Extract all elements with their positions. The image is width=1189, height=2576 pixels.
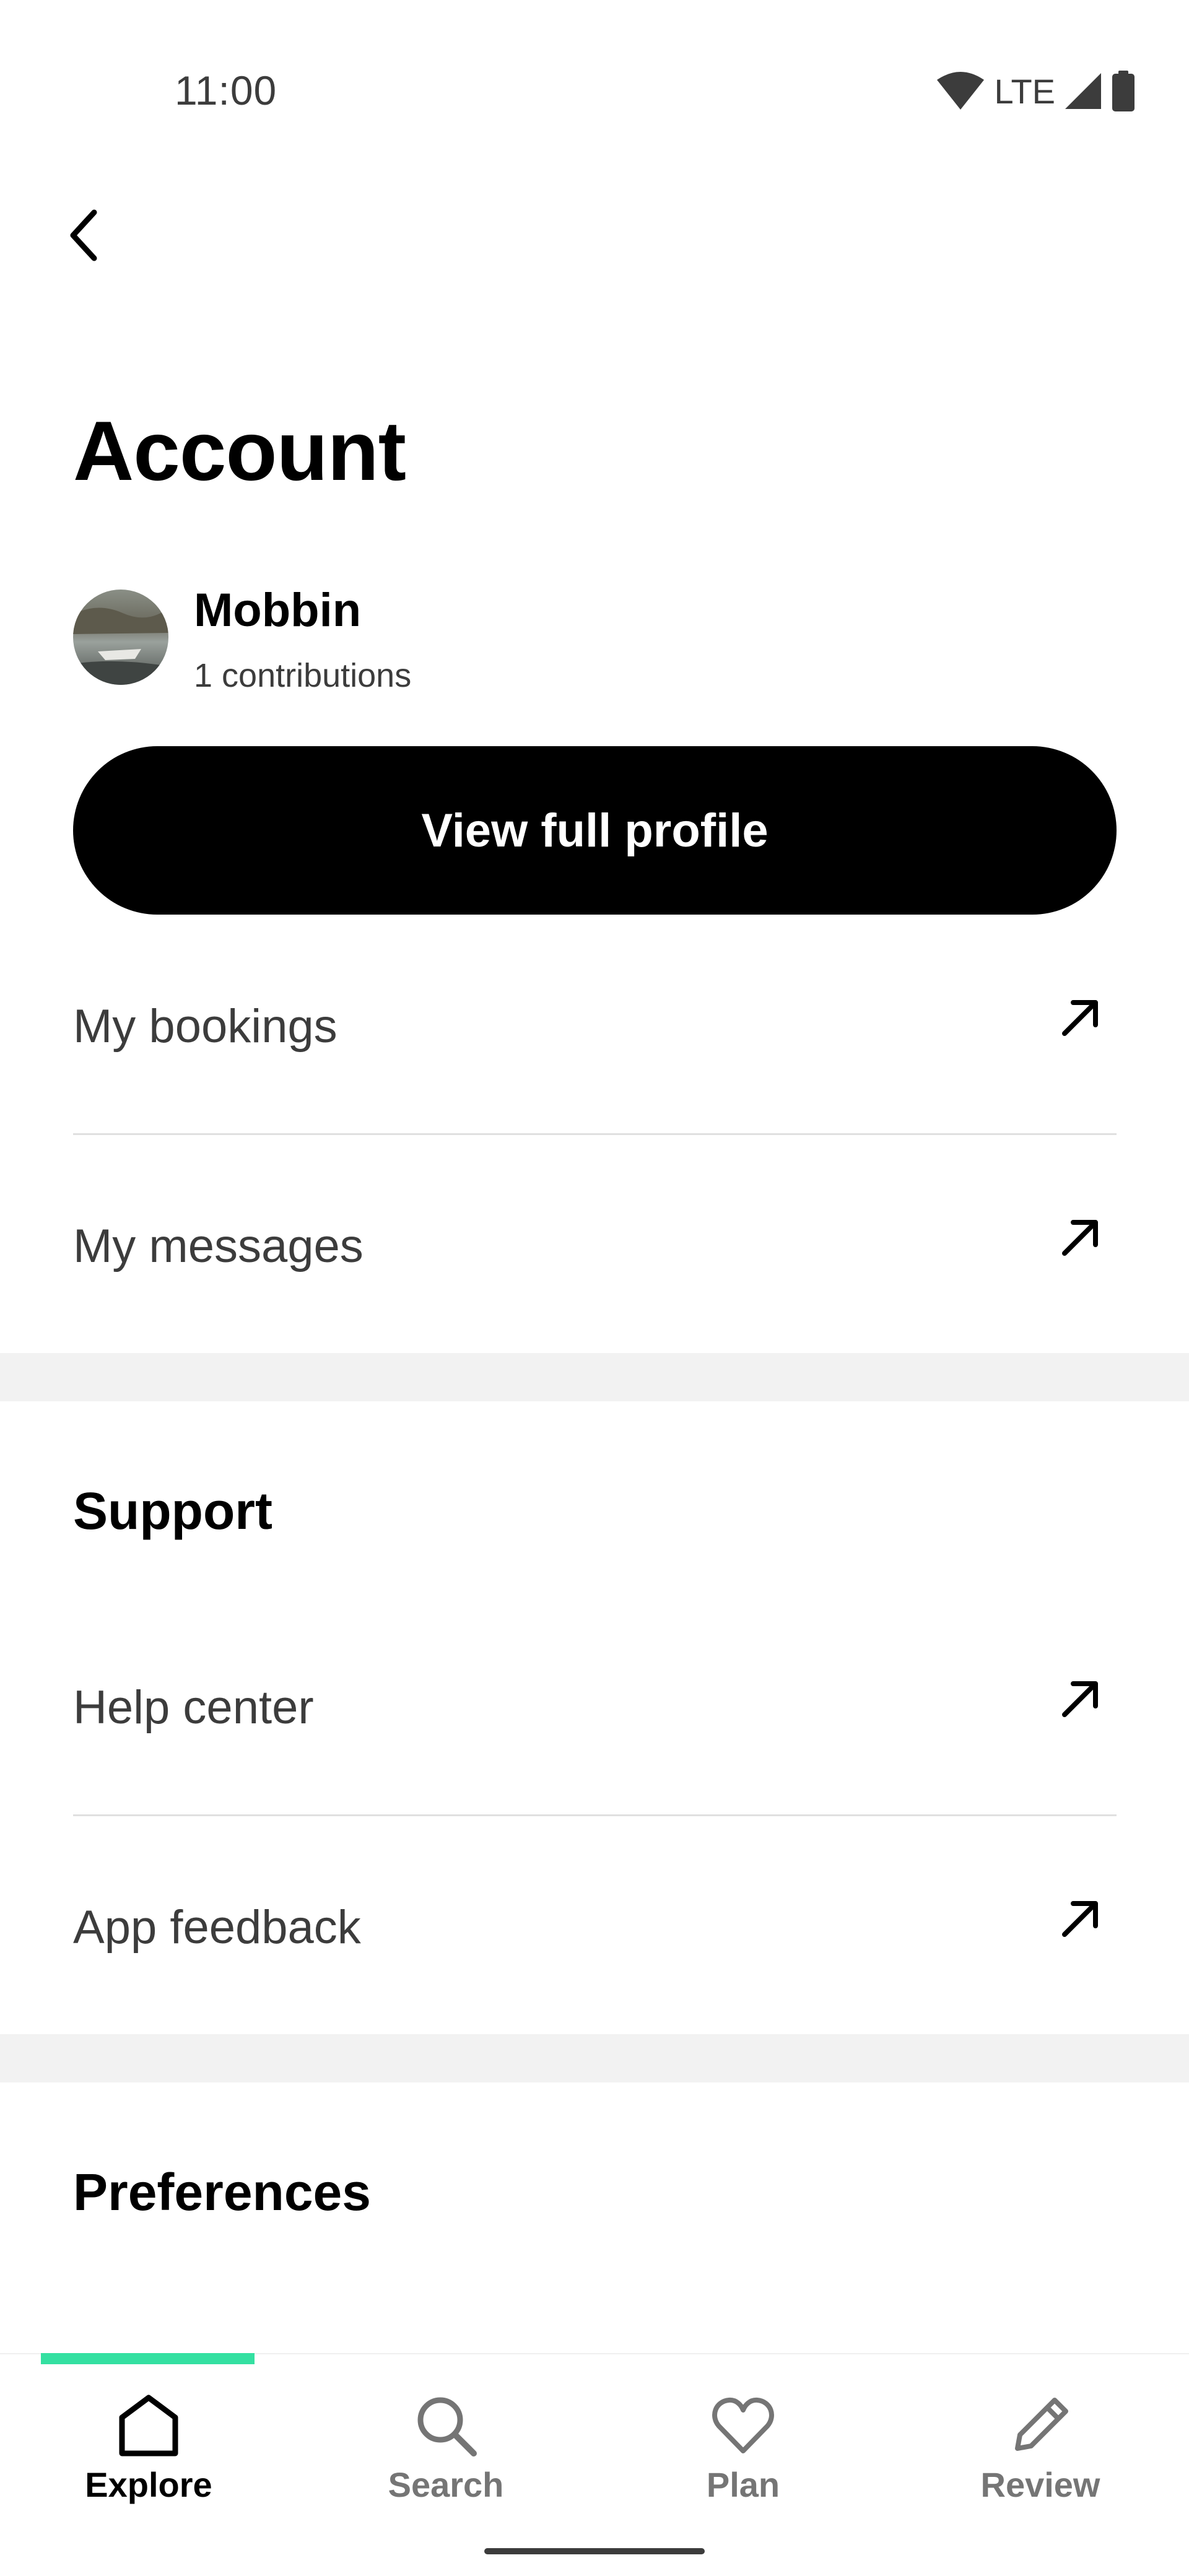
row-divider	[73, 1133, 1117, 1135]
heart-icon	[712, 2397, 774, 2453]
search-icon	[417, 2397, 477, 2456]
section-separator	[0, 1353, 1189, 1401]
signal-icon	[1065, 73, 1101, 109]
nav-plan-label: Plan	[706, 2465, 780, 2504]
my-bookings-row[interactable]: My bookings	[73, 916, 1117, 1136]
arrow-up-right-icon	[1062, 1681, 1098, 1717]
avatar[interactable]	[73, 590, 168, 685]
section-separator	[0, 2034, 1189, 2082]
avatar-photo	[73, 590, 168, 685]
row-divider	[73, 1814, 1117, 1816]
chevron-left-icon	[70, 209, 97, 261]
home-indicator[interactable]	[484, 2548, 705, 2554]
arrow-up-right-icon	[1062, 1219, 1098, 1256]
app-feedback-row[interactable]: App feedback	[73, 1817, 1117, 2037]
bottom-nav: Explore Search Plan Review	[0, 2353, 1189, 2576]
back-button[interactable]	[59, 198, 109, 272]
support-heading: Support	[73, 1482, 272, 1540]
app-feedback-label: App feedback	[73, 1901, 361, 1954]
network-label: LTE	[994, 71, 1055, 111]
page-title: Account	[73, 404, 406, 498]
preferences-heading: Preferences	[73, 2163, 371, 2221]
nav-search[interactable]: Search	[297, 2391, 594, 2522]
nav-plan[interactable]: Plan	[594, 2391, 892, 2522]
profile-name[interactable]: Mobbin	[194, 583, 361, 637]
active-tab-indicator	[41, 2353, 255, 2364]
help-center-label: Help center	[73, 1681, 314, 1734]
pencil-icon	[1015, 2398, 1068, 2451]
home-icon	[119, 2395, 178, 2456]
nav-explore[interactable]: Explore	[0, 2391, 297, 2522]
nav-search-label: Search	[388, 2465, 504, 2504]
arrow-up-right-icon	[1062, 999, 1098, 1036]
nav-review-label: Review	[980, 2465, 1100, 2504]
nav-review[interactable]: Review	[892, 2391, 1189, 2522]
status-bar: 11:00 LTE	[0, 0, 1189, 130]
my-bookings-label: My bookings	[73, 1000, 338, 1053]
nav-explore-label: Explore	[85, 2465, 212, 2504]
my-messages-label: My messages	[73, 1220, 364, 1273]
status-time: 11:00	[175, 67, 277, 113]
battery-icon	[1112, 71, 1135, 111]
arrow-up-right-icon	[1062, 1900, 1098, 1937]
contributions-count: 1 contributions	[194, 657, 412, 694]
wifi-icon	[937, 72, 985, 110]
help-center-row[interactable]: Help center	[73, 1598, 1117, 1817]
my-messages-row[interactable]: My messages	[73, 1136, 1117, 1356]
view-full-profile-button[interactable]: View full profile	[73, 746, 1117, 915]
status-icons: LTE	[936, 69, 1136, 113]
